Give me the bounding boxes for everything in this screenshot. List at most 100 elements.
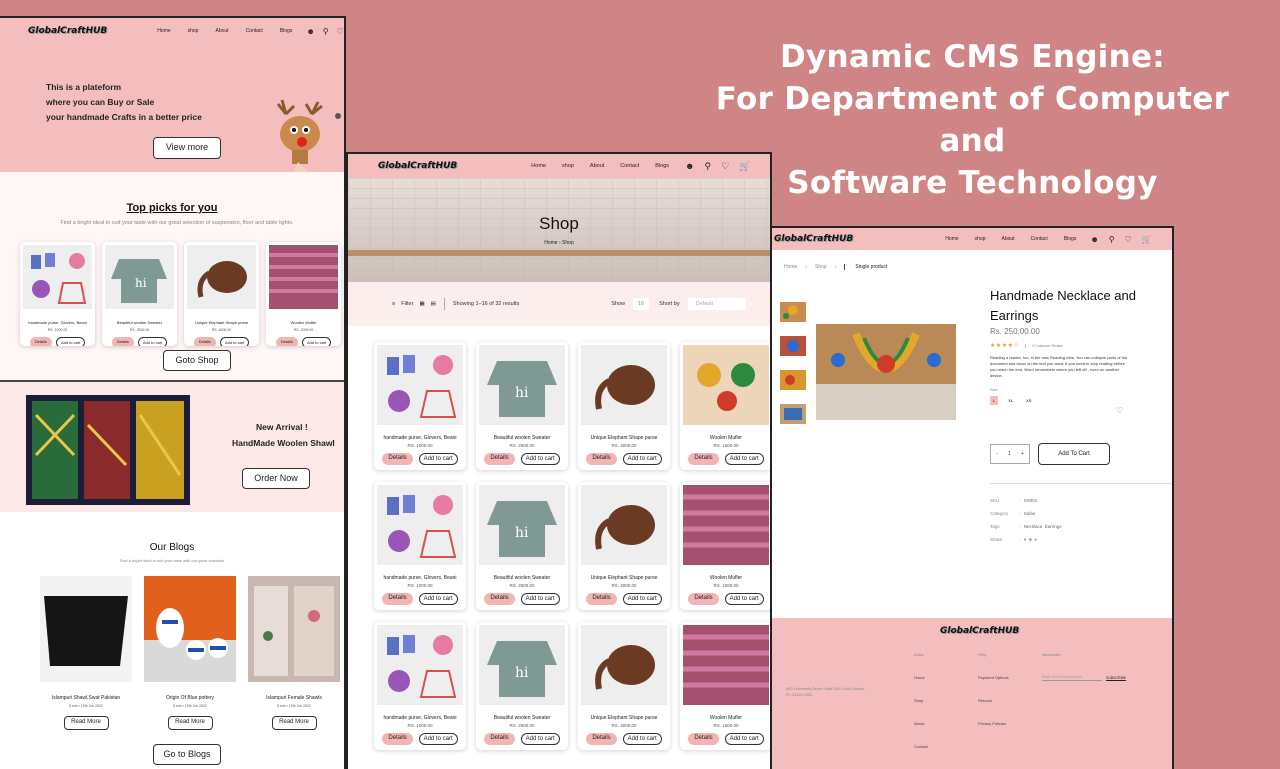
add-to-cart-button[interactable]: Add to cart bbox=[301, 337, 332, 346]
product-card[interactable]: handmade purse, Glovers, Beani RS. 1000.0… bbox=[374, 342, 466, 470]
view-more-button[interactable]: View more bbox=[153, 137, 221, 159]
account-icon[interactable]: ☻ bbox=[1090, 235, 1098, 244]
qty-minus-button[interactable]: - bbox=[996, 451, 998, 457]
add-to-cart-button[interactable]: Add to cart bbox=[724, 593, 764, 605]
product-card[interactable]: hi Beautiful woolen Sweater RS. 2500.00 Det… bbox=[476, 622, 568, 750]
brand-logo[interactable]: GlobalCraftHUB bbox=[378, 161, 457, 171]
product-card[interactable]: Woolen Mufler RS. 1000.00 Details Add to ca… bbox=[680, 482, 770, 610]
nav-about[interactable]: About bbox=[1001, 236, 1014, 242]
footer-link[interactable]: Home bbox=[914, 675, 928, 680]
details-button[interactable]: Details bbox=[193, 337, 216, 346]
nav-home[interactable]: Home bbox=[531, 163, 546, 169]
filter-icon[interactable]: ≡ bbox=[392, 301, 395, 307]
details-button[interactable]: Details bbox=[29, 337, 52, 346]
heart-icon[interactable]: ♡ bbox=[1125, 235, 1132, 244]
footer-link[interactable]: Returns bbox=[978, 698, 1009, 703]
add-to-cart-button[interactable]: Add to cart bbox=[137, 337, 168, 346]
footer-link[interactable]: About bbox=[914, 721, 928, 726]
facebook-icon[interactable]: ● bbox=[1024, 537, 1027, 542]
cart-icon[interactable]: 🛒 bbox=[739, 161, 750, 172]
read-more-button[interactable]: Read More bbox=[63, 716, 109, 730]
details-button[interactable]: Details bbox=[484, 593, 515, 605]
nav-shop[interactable]: shop bbox=[562, 163, 574, 169]
nav-contact[interactable]: Contact bbox=[620, 163, 639, 169]
product-card[interactable]: Woolen Mufler RS. 1000.00 Details Add to… bbox=[266, 242, 341, 346]
size-option-l[interactable]: L bbox=[990, 396, 999, 405]
product-card[interactable]: Unique Elephant Shape purse RS. 4000.00 … bbox=[184, 242, 259, 346]
heart-icon[interactable]: ♡ bbox=[337, 27, 344, 36]
subscribe-button[interactable]: SUBSCRIBE bbox=[1106, 676, 1127, 681]
goto-shop-button[interactable]: Goto Shop bbox=[163, 350, 231, 371]
account-icon[interactable]: ☻ bbox=[685, 161, 694, 172]
product-card[interactable]: handmade purse, Glovers, Beani RS. 1000.0… bbox=[374, 482, 466, 610]
breadcrumb-home[interactable]: Home bbox=[544, 240, 557, 246]
add-to-cart-button[interactable]: Add to cart bbox=[520, 453, 560, 465]
review-count[interactable]: 5 Customer Review bbox=[1025, 343, 1063, 348]
newsletter-email-input[interactable]: Enter Your Email Address bbox=[1042, 675, 1102, 681]
search-icon[interactable]: ⚲ bbox=[323, 27, 329, 36]
linkedin-icon[interactable]: ■ bbox=[1029, 537, 1032, 542]
details-button[interactable]: Details bbox=[688, 733, 719, 745]
add-to-cart-button[interactable]: Add to cart bbox=[520, 593, 560, 605]
details-button[interactable]: Details bbox=[586, 593, 617, 605]
details-button[interactable]: Details bbox=[382, 733, 413, 745]
nav-contact[interactable]: Contact bbox=[1031, 236, 1048, 242]
details-button[interactable]: Details bbox=[382, 593, 413, 605]
nav-blogs[interactable]: Blogs bbox=[1064, 236, 1077, 242]
footer-link[interactable]: Privacy Policies bbox=[978, 721, 1009, 726]
quantity-stepper[interactable]: - 1 + bbox=[990, 444, 1030, 464]
add-to-cart-button[interactable]: Add to cart bbox=[418, 453, 458, 465]
grid-view-icon[interactable]: ▦ bbox=[419, 301, 424, 307]
nav-about[interactable]: About bbox=[215, 28, 228, 34]
footer-link[interactable]: Contact bbox=[914, 744, 928, 749]
breadcrumb-shop[interactable]: Shop bbox=[815, 264, 827, 270]
details-button[interactable]: Details bbox=[586, 733, 617, 745]
cart-icon[interactable]: 🛒 bbox=[1142, 235, 1152, 244]
list-view-icon[interactable]: ▤ bbox=[431, 301, 436, 307]
heart-icon[interactable]: ♡ bbox=[721, 161, 729, 172]
details-button[interactable]: Details bbox=[688, 453, 719, 465]
product-card[interactable]: handmade purse, Glovers, Beani RS. 1000.… bbox=[20, 242, 95, 346]
product-card[interactable]: Unique Elephant Shape purse RS. 4000.00 De… bbox=[578, 482, 670, 610]
add-to-cart-button[interactable]: Add to cart bbox=[622, 733, 662, 745]
product-card[interactable]: handmade purse, Glovers, Beani RS. 1000.0… bbox=[374, 622, 466, 750]
details-button[interactable]: Details bbox=[484, 733, 515, 745]
details-button[interactable]: Details bbox=[111, 337, 134, 346]
add-to-cart-button[interactable]: Add to cart bbox=[219, 337, 250, 346]
add-to-cart-button[interactable]: Add to cart bbox=[622, 593, 662, 605]
details-button[interactable]: Details bbox=[275, 337, 298, 346]
product-card[interactable]: Woolen Mufler RS. 1000.00 Details Add to ca… bbox=[680, 622, 770, 750]
qty-plus-button[interactable]: + bbox=[1021, 451, 1024, 457]
product-card[interactable]: Unique Elephant Shape purse RS. 4000.00 De… bbox=[578, 622, 670, 750]
nav-blogs[interactable]: Blogs bbox=[280, 28, 293, 34]
nav-shop[interactable]: shop bbox=[975, 236, 986, 242]
nav-about[interactable]: About bbox=[590, 163, 604, 169]
size-option-xs[interactable]: XS bbox=[1023, 396, 1034, 405]
nav-blogs[interactable]: Blogs bbox=[655, 163, 669, 169]
nav-home[interactable]: Home bbox=[157, 28, 170, 34]
filter-label[interactable]: Filter bbox=[401, 301, 413, 307]
brand-logo[interactable]: GlobalCraftHUB bbox=[28, 26, 107, 36]
add-to-cart-button[interactable]: Add to cart bbox=[622, 453, 662, 465]
details-button[interactable]: Details bbox=[484, 453, 515, 465]
add-to-cart-button[interactable]: Add to cart bbox=[520, 733, 560, 745]
search-icon[interactable]: ⚲ bbox=[1109, 235, 1115, 244]
details-button[interactable]: Details bbox=[688, 593, 719, 605]
add-to-cart-button[interactable]: Add to cart bbox=[418, 733, 458, 745]
add-to-cart-button[interactable]: Add to cart bbox=[724, 733, 764, 745]
details-button[interactable]: Details bbox=[586, 453, 617, 465]
add-to-cart-button[interactable]: Add To Cart bbox=[1038, 443, 1110, 465]
account-icon[interactable]: ☻ bbox=[306, 27, 314, 36]
go-to-blogs-button[interactable]: Go to Blogs bbox=[153, 744, 221, 765]
nav-home[interactable]: Home bbox=[945, 236, 958, 242]
product-thumbnail[interactable] bbox=[780, 336, 806, 356]
product-card[interactable]: hi Beautiful woolen Sweater RS. 2500.00 Det… bbox=[476, 482, 568, 610]
product-thumbnail[interactable] bbox=[780, 370, 806, 390]
order-now-button[interactable]: Order Now bbox=[242, 468, 310, 489]
search-icon[interactable]: ⚲ bbox=[705, 161, 712, 172]
read-more-button[interactable]: Read More bbox=[271, 716, 317, 730]
twitter-icon[interactable]: ● bbox=[1034, 537, 1037, 542]
footer-link[interactable]: Shop bbox=[914, 698, 928, 703]
details-button[interactable]: Details bbox=[382, 453, 413, 465]
product-thumbnail[interactable] bbox=[780, 302, 806, 322]
